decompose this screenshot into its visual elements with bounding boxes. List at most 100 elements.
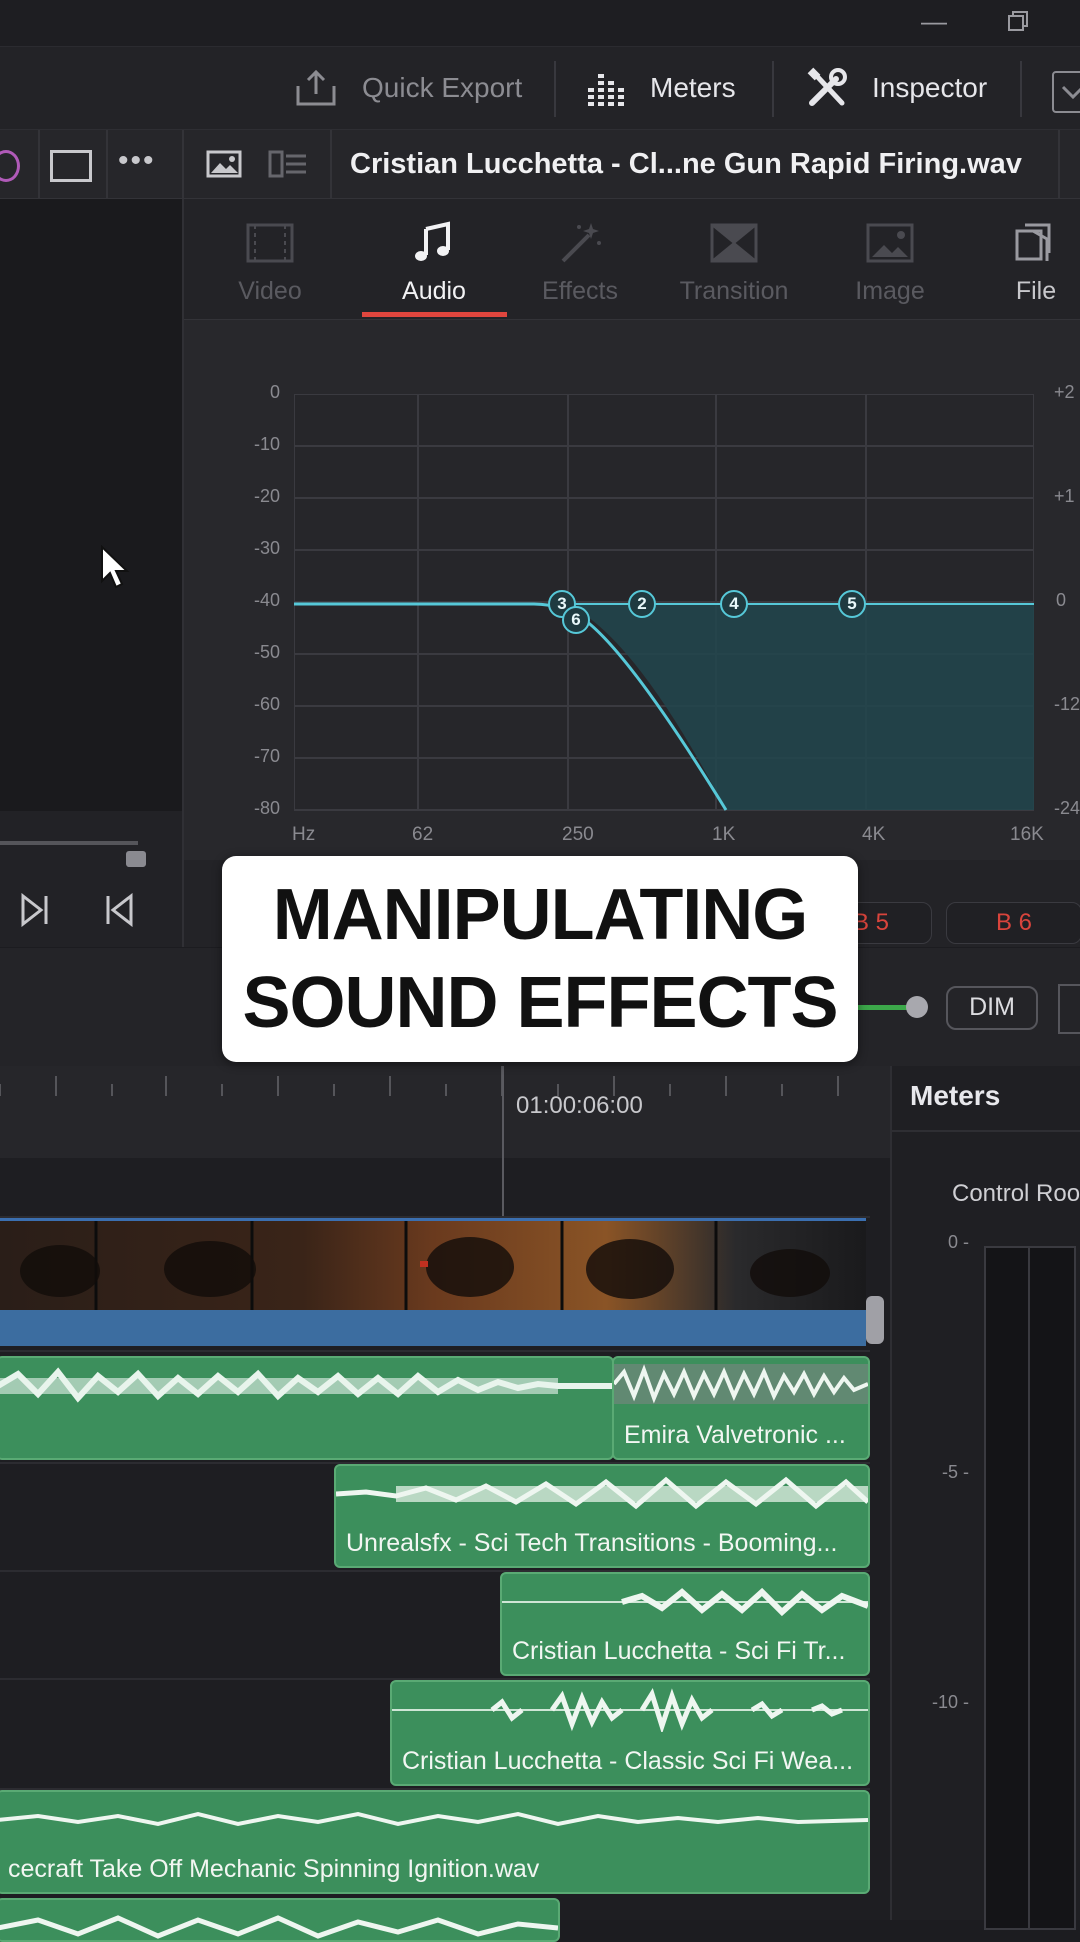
tab-effects[interactable]: Effects (510, 199, 650, 319)
eq-gain-label: +2 (1054, 382, 1075, 402)
more-options-icon[interactable]: ••• (118, 144, 156, 178)
clip-name: Unrealsfx - Sci Tech Transitions - Boomi… (346, 1529, 838, 1557)
transition-icon (710, 223, 758, 263)
eq-y-label: -60 (253, 694, 280, 714)
eq-y-label: -20 (253, 486, 280, 506)
clip-name: Cristian Lucchetta - Cl...ne Gun Rapid F… (350, 148, 1022, 180)
inspector-button[interactable]: Inspector (806, 47, 987, 129)
list-view-icon[interactable] (268, 150, 308, 183)
next-frame-icon[interactable] (20, 893, 50, 927)
meters-label: Meters (650, 72, 736, 103)
quick-export-label: Quick Export (362, 72, 523, 103)
clip-name: Cristian Lucchetta - Sci Fi Tr... (512, 1637, 846, 1665)
level-meter (1028, 1246, 1076, 1930)
tab-image[interactable]: Image (820, 199, 960, 319)
eq-panel: 0 -10 -20 -30 -40 -50 -60 -70 -80 +2 +1 … (184, 320, 1080, 860)
quick-export-button[interactable]: Quick Export (294, 47, 522, 129)
tab-transition[interactable]: Transition (664, 199, 804, 319)
export-icon (294, 68, 338, 108)
title-bar: — (0, 0, 1080, 47)
chevron-down-icon (1061, 85, 1080, 100)
transport-controls (0, 811, 182, 947)
audio-clip[interactable]: Emira Valvetronic ... (612, 1356, 870, 1460)
dropdown-button[interactable] (1052, 71, 1080, 113)
tab-label: File (1015, 277, 1057, 305)
eq-gain-label: 0 (1056, 590, 1067, 610)
divider (1058, 130, 1060, 198)
tab-video[interactable]: Video (200, 199, 340, 319)
bus-button[interactable]: B 6 (946, 902, 1080, 944)
video-clip[interactable] (0, 1218, 866, 1311)
eq-x-label: 62 (412, 824, 434, 845)
music-note-icon (415, 221, 450, 261)
clip-name: cecraft Take Off Mechanic Spinning Ignit… (8, 1855, 540, 1883)
eq-band-node[interactable]: 5 (838, 590, 866, 618)
audio-clip[interactable] (0, 1898, 560, 1942)
tab-audio[interactable]: Audio (364, 199, 504, 319)
divider (106, 130, 108, 198)
audio-clip[interactable]: Cristian Lucchetta - Classic Sci Fi Wea.… (390, 1680, 870, 1786)
meter-tick-label: -5 - (942, 1462, 969, 1482)
meters-subtitle: Control Roo (952, 1180, 1080, 1207)
eq-x-label: Hz (292, 824, 316, 845)
viewer-header-row: ••• Cristian Lucchetta - Cl...ne Gun Rap… (0, 130, 1080, 199)
color-icon[interactable] (0, 150, 20, 182)
eq-gain-label: -12 (1054, 694, 1080, 714)
divider (892, 1130, 1080, 1132)
inspector-tabs: Video Audio Effects Transition Image Fil… (184, 199, 1080, 320)
toolbar-divider (554, 61, 556, 117)
eq-y-label: -70 (253, 746, 280, 766)
divider (330, 130, 332, 198)
eq-band-node[interactable]: 6 (562, 606, 590, 634)
eq-x-label: 16K (1010, 824, 1044, 845)
caption-overlay: MANIPULATING SOUND EFFECTS (222, 856, 858, 1062)
minimize-icon[interactable]: — (914, 6, 954, 36)
eq-gain-label: +1 (1054, 486, 1075, 506)
eq-x-label: 4K (862, 824, 886, 845)
top-toolbar: Quick Export Meters Inspector (0, 47, 1080, 130)
viewer[interactable] (0, 199, 182, 811)
viewer-mode-icon[interactable] (50, 150, 92, 182)
eq-gain-label: -24 (1054, 798, 1080, 818)
eq-y-label: -40 (253, 590, 280, 610)
eq-y-label: -30 (253, 538, 280, 558)
tab-label: Audio (402, 277, 466, 305)
tab-file[interactable]: File (966, 199, 1080, 319)
tab-label: Effects (542, 277, 618, 305)
film-icon (246, 223, 294, 263)
meter-tick-label: -10 - (932, 1692, 970, 1712)
eq-graph[interactable] (294, 394, 1034, 814)
inspector-label: Inspector (872, 72, 988, 103)
eq-y-label: -10 (253, 434, 280, 454)
audio-clip[interactable]: Unrealsfx - Sci Tech Transitions - Boomi… (334, 1464, 870, 1568)
image-thumbnail-icon[interactable] (206, 150, 242, 183)
audio-clip[interactable]: cecraft Take Off Mechanic Spinning Ignit… (0, 1790, 870, 1894)
playhead-marker[interactable] (502, 1066, 504, 1216)
video-clip-bar[interactable] (0, 1310, 866, 1346)
eq-y-label: -80 (253, 798, 280, 818)
tab-label: Video (238, 277, 302, 305)
audio-clip[interactable]: Cristian Lucchetta - Sci Fi Tr... (500, 1572, 870, 1676)
track-divider (0, 1350, 870, 1352)
scrub-bar[interactable] (0, 841, 138, 845)
vertical-scrollbar[interactable] (866, 1296, 884, 1344)
scrub-handle[interactable] (126, 851, 146, 867)
dim-button[interactable]: DIM (946, 986, 1038, 1030)
tools-icon (806, 67, 848, 109)
eq-band-node[interactable]: 2 (628, 590, 656, 618)
caption-line: SOUND EFFECTS (242, 963, 838, 1043)
timeline-ruler[interactable] (0, 1066, 890, 1158)
meters-button[interactable]: Meters (586, 47, 736, 129)
previous-frame-icon[interactable] (104, 893, 134, 927)
clip-name: Emira Valvetronic ... (624, 1421, 846, 1449)
timecode-label: 01:00:06:00 (516, 1092, 643, 1119)
caption-line: MANIPULATING (272, 875, 809, 955)
divider (182, 130, 184, 198)
restore-icon[interactable] (998, 6, 1038, 36)
toolbar-divider (1020, 61, 1022, 117)
audio-clip[interactable] (0, 1356, 614, 1460)
volume-slider-handle[interactable] (906, 996, 928, 1018)
eq-band-node[interactable]: 4 (720, 590, 748, 618)
eq-y-label: -50 (253, 642, 280, 662)
side-button[interactable] (1058, 984, 1080, 1034)
